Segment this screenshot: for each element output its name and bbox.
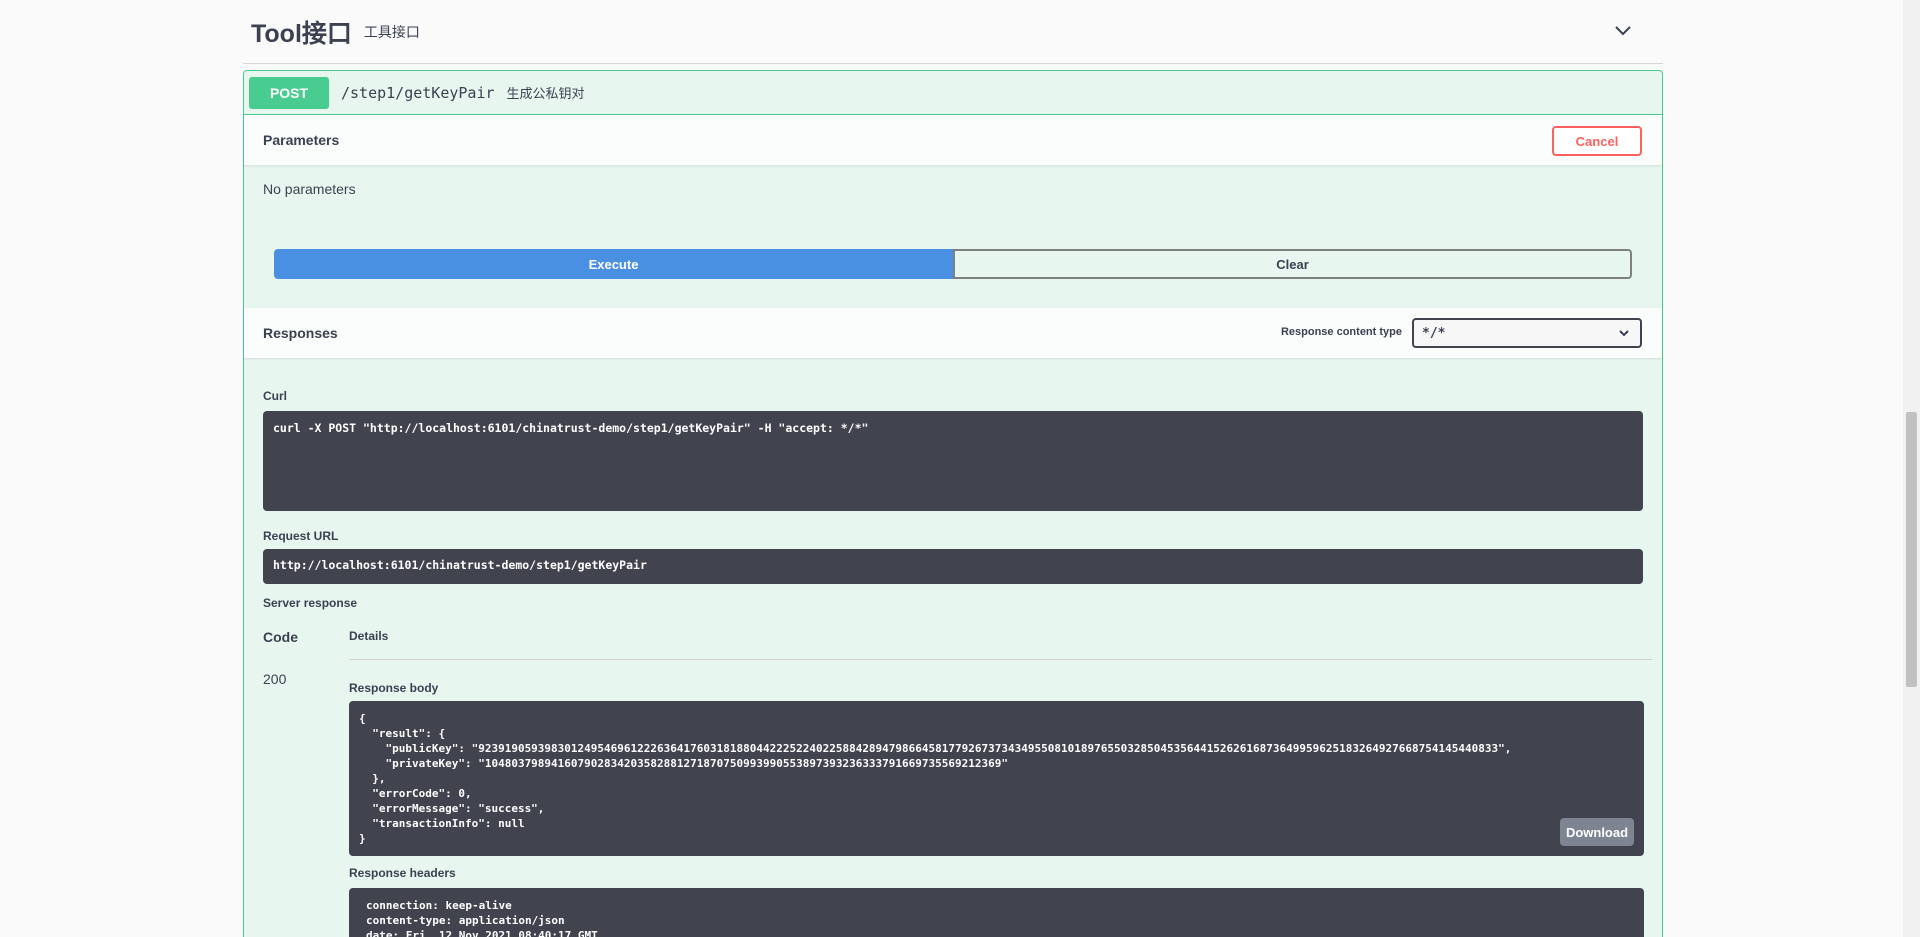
scrollbar-thumb[interactable] [1906,412,1917,687]
curl-command: curl -X POST "http://localhost:6101/chin… [263,411,1643,511]
chevron-down-icon [1619,330,1629,337]
response-body: { "result": { "publicKey": "923919059398… [349,701,1644,856]
response-body-wrapper: { "result": { "publicKey": "923919059398… [349,701,1644,856]
execute-button[interactable]: Execute [274,249,953,279]
tag-section-header[interactable]: Tool接口 工具接口 [243,0,1663,64]
response-headers-label: Response headers [349,866,456,880]
response-code: 200 [263,671,287,687]
server-response-label: Server response [263,596,358,610]
cancel-button[interactable]: Cancel [1552,126,1642,156]
content-type-value: */* [1422,325,1446,341]
content-type-select[interactable]: */* [1412,318,1642,348]
response-body-label: Response body [349,681,439,695]
method-badge: POST [249,76,329,109]
no-parameters-text: No parameters [263,181,356,197]
parameters-header: Parameters Cancel [244,115,1662,165]
response-divider [349,659,1652,660]
swagger-page: Tool接口 工具接口 POST /step1/getKeyPair 生成公私钥… [0,0,1920,937]
chevron-up-icon[interactable] [1613,20,1633,40]
execute-wrapper: Execute Clear [274,249,1632,279]
response-headers: connection: keep-alive content-type: app… [349,888,1644,937]
operation-block: POST /step1/getKeyPair 生成公私钥对 Parameters… [243,70,1663,937]
operation-path: /step1/getKeyPair [341,83,495,102]
parameters-title: Parameters [263,132,340,148]
details-column-header: Details [349,629,389,643]
download-button[interactable]: Download [1560,818,1634,846]
curl-label: Curl [263,389,287,403]
tag-description: 工具接口 [363,23,420,40]
content-type-label: Response content type [1280,326,1402,338]
responses-header: Responses Response content type */* [244,308,1662,358]
operation-summary[interactable]: POST /step1/getKeyPair 生成公私钥对 [244,71,1662,115]
request-url-label: Request URL [263,529,339,543]
responses-title: Responses [263,325,338,341]
operation-summary-text: 生成公私钥对 [506,86,585,101]
scrollbar[interactable] [1903,0,1920,937]
code-column-header: Code [263,629,298,645]
clear-button[interactable]: Clear [953,249,1632,279]
request-url-value: http://localhost:6101/chinatrust-demo/st… [263,549,1643,584]
tag-title: Tool接口 [251,19,352,48]
